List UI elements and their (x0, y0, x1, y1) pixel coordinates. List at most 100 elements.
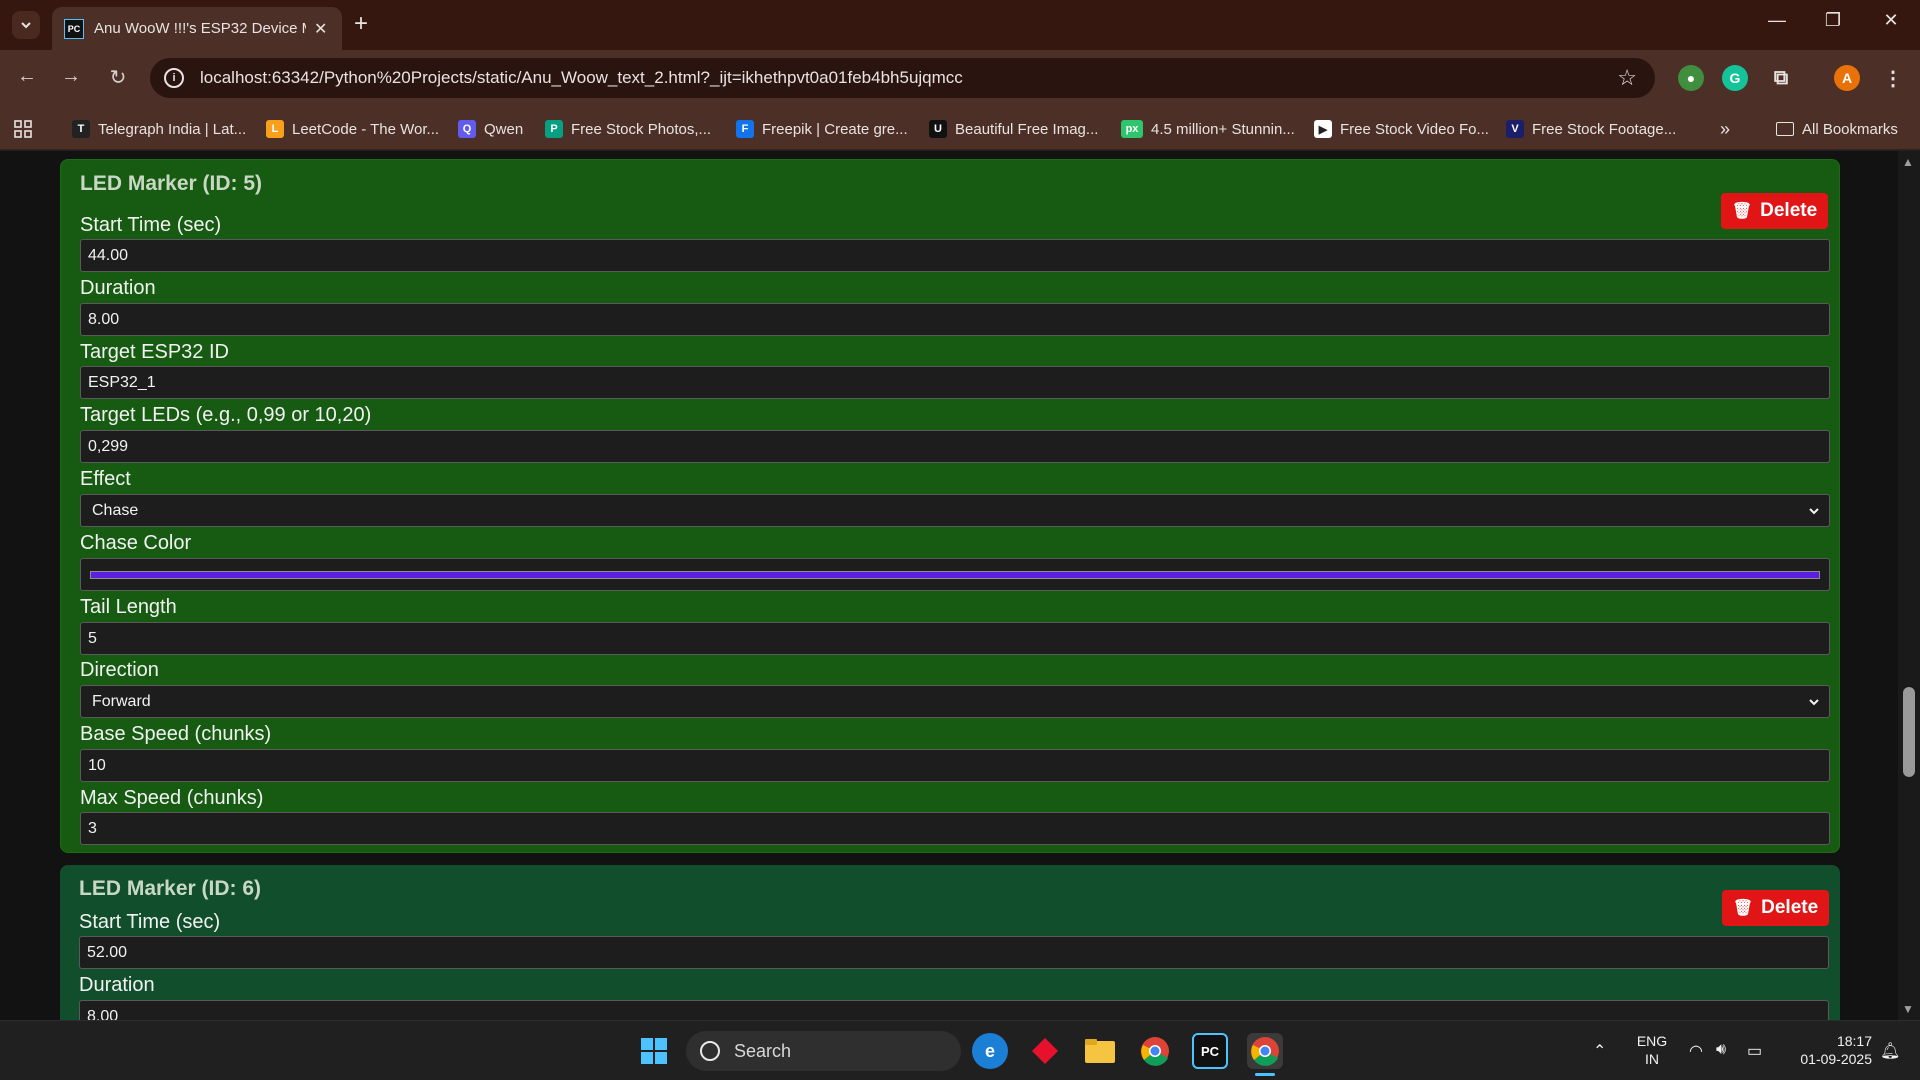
bookmark-unsplash[interactable]: U Beautiful Free Imag... (929, 119, 1098, 139)
bookmark-star-icon[interactable]: ☆ (1617, 65, 1637, 91)
qwen-icon: Q (458, 120, 476, 138)
direction-select[interactable]: Forward (80, 685, 1830, 718)
delete-button[interactable]: 🗑 Delete (1722, 890, 1829, 926)
edge-icon[interactable]: e (972, 1033, 1008, 1069)
chrome-profile-icon[interactable] (1247, 1033, 1283, 1069)
delete-button[interactable]: 🗑 Delete (1721, 193, 1828, 229)
leetcode-icon: L (266, 120, 284, 138)
pycharm-icon[interactable]: PC (1192, 1033, 1228, 1069)
color-swatch (90, 571, 1820, 579)
restore-icon[interactable]: ❐ (1818, 10, 1848, 31)
duration-label: Duration (79, 974, 155, 996)
start-time-label: Start Time (sec) (79, 911, 221, 933)
notification-bell-icon[interactable]: 🔔︎ (1880, 1041, 1900, 1061)
address-bar[interactable]: i localhost:63342/Python%20Projects/stat… (150, 58, 1655, 98)
max-speed-input[interactable]: 3 (80, 812, 1830, 845)
apps-grid-icon[interactable] (13, 119, 33, 139)
start-time-input[interactable]: 44.00 (80, 239, 1830, 272)
bookmark-pexels[interactable]: P Free Stock Photos,... (545, 119, 711, 139)
target-esp-label: Target ESP32 ID (80, 341, 229, 363)
effect-select[interactable]: Chase (80, 494, 1830, 527)
target-leds-input[interactable]: 0,299 (80, 430, 1830, 463)
minimize-icon[interactable]: — (1762, 10, 1792, 31)
chase-color-picker[interactable] (80, 558, 1830, 591)
grammarly-icon[interactable]: G (1722, 65, 1748, 91)
extensions-puzzle-icon[interactable]: ⧉ (1768, 65, 1794, 91)
tab-search-button[interactable] (12, 11, 40, 39)
tail-length-label: Tail Length (80, 596, 177, 618)
url-text[interactable]: localhost:63342/Python%20Projects/static… (200, 68, 963, 88)
pycharm-favicon-icon: PC (64, 18, 84, 39)
new-tab-icon[interactable]: + (354, 10, 368, 38)
pixabay-icon: px (1121, 120, 1143, 138)
unsplash-icon: U (929, 120, 947, 138)
led-marker-card: LED Marker (ID: 6) 🗑 Delete Start Time (… (60, 865, 1840, 1020)
windows-start-icon[interactable] (636, 1033, 672, 1069)
page-content: LED Marker (ID: 5) 🗑 Delete Start Time (… (0, 151, 1920, 1020)
tray-chevron-up-icon[interactable]: ⌃ (1593, 1041, 1606, 1061)
more-menu-icon[interactable]: ⋮ (1880, 65, 1906, 91)
scroll-up-icon[interactable]: ▲ (1902, 155, 1914, 169)
bookmark-stock-video[interactable]: ▶ Free Stock Video Fo... (1314, 119, 1489, 139)
start-time-input[interactable]: 52.00 (79, 936, 1829, 969)
direction-selected-value: Forward (92, 692, 151, 710)
reload-icon[interactable]: ↻ (103, 65, 133, 90)
back-arrow-icon[interactable]: ← (12, 65, 42, 88)
freepik-icon: F (736, 120, 754, 138)
tail-length-input[interactable]: 5 (80, 622, 1830, 655)
search-icon (700, 1041, 720, 1061)
start-time-label: Start Time (sec) (80, 214, 222, 236)
file-explorer-icon[interactable] (1082, 1033, 1118, 1069)
bookmark-stock-footage[interactable]: V Free Stock Footage... (1506, 119, 1676, 139)
site-info-icon[interactable]: i (164, 68, 184, 88)
videvo-icon: V (1506, 120, 1524, 138)
effect-selected-value: Chase (92, 501, 139, 519)
forward-arrow-icon[interactable]: → (56, 65, 86, 88)
bookmark-leetcode[interactable]: L LeetCode - The Wor... (266, 119, 439, 139)
scroll-down-icon[interactable]: ▼ (1902, 1002, 1914, 1016)
browser-toolbar: ← → ↻ i localhost:63342/Python%20Project… (0, 50, 1920, 108)
duration-input[interactable]: 8.00 (80, 303, 1830, 336)
target-leds-label: Target LEDs (e.g., 0,99 or 10,20) (80, 404, 372, 426)
bookmark-qwen[interactable]: Q Qwen (458, 119, 523, 139)
base-speed-input[interactable]: 10 (80, 749, 1830, 782)
wifi-icon[interactable]: ◠ (1689, 1041, 1703, 1061)
marker-title: LED Marker (ID: 5) (80, 172, 263, 195)
effect-label: Effect (80, 468, 131, 490)
video-play-icon: ▶ (1314, 120, 1332, 138)
battery-icon[interactable]: ▭ (1747, 1041, 1762, 1061)
trash-icon: 🗑 (1732, 900, 1754, 917)
bookmark-telegraph[interactable]: T Telegraph India | Lat... (72, 119, 246, 139)
bookmark-freepik[interactable]: F Freepik | Create gre... (736, 119, 908, 139)
profile-avatar[interactable]: A (1834, 65, 1860, 91)
pexels-icon: P (545, 120, 563, 138)
scroll-thumb[interactable] (1903, 687, 1915, 777)
trash-icon: 🗑 (1731, 203, 1753, 220)
tab-close-icon[interactable]: ✕ (314, 19, 327, 39)
folder-icon (1776, 122, 1794, 136)
chevron-down-icon (21, 22, 31, 29)
chrome-icon[interactable] (1137, 1033, 1173, 1069)
duration-input[interactable]: 8.00 (79, 1000, 1829, 1020)
all-bookmarks[interactable]: All Bookmarks (1776, 119, 1898, 139)
volume-icon[interactable]: 🔊︎ (1716, 1041, 1726, 1059)
chevron-down-icon (1809, 507, 1819, 514)
taskbar-search[interactable]: Search (686, 1031, 961, 1071)
clock[interactable]: 18:17 01-09-2025 (1782, 1032, 1872, 1068)
target-esp-input[interactable]: ESP32_1 (80, 366, 1830, 399)
led-marker-card: LED Marker (ID: 5) 🗑 Delete Start Time (… (60, 159, 1840, 853)
active-app-indicator (1255, 1073, 1275, 1076)
close-window-icon[interactable]: ✕ (1876, 10, 1906, 31)
language-indicator[interactable]: ENG IN (1632, 1032, 1672, 1068)
bookmark-pixabay[interactable]: px 4.5 million+ Stunnin... (1121, 119, 1295, 139)
browser-tab-active[interactable]: PC Anu WooW !!!'s ESP32 Device M ✕ (52, 7, 342, 50)
windows-taskbar: Search e PC ⌃ ENG IN ◠ 🔊︎ ▭ 18:17 01-09-… (0, 1020, 1920, 1080)
telegraph-icon: T (72, 120, 90, 138)
red-diamond-app-icon[interactable] (1027, 1033, 1063, 1069)
extension-robot-icon[interactable]: ● (1678, 65, 1704, 91)
more-bookmarks-icon[interactable]: » (1720, 119, 1730, 139)
page-scrollbar[interactable]: ▲ ▼ (1898, 151, 1920, 1020)
tab-title: Anu WooW !!!'s ESP32 Device M (94, 20, 306, 37)
max-speed-label: Max Speed (chunks) (80, 787, 264, 809)
chevron-down-icon (1809, 698, 1819, 705)
